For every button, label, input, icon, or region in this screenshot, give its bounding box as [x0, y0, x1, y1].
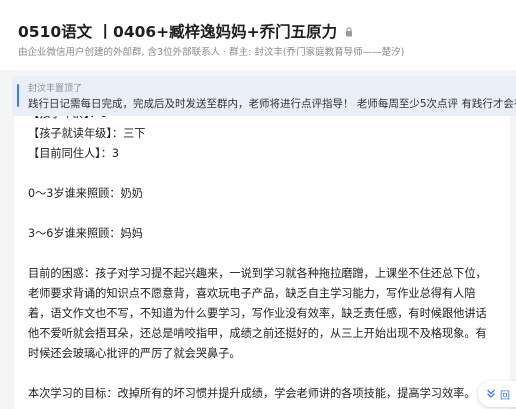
message-line: 目前的困惑：孩子对学习提不起兴趣来，一说到学习就各种拖拉磨蹭，上课坐不住还总下位… — [28, 267, 487, 280]
message-line: 3～6岁谁来照顾：妈妈 — [28, 227, 143, 240]
message-line: 老师要求背诵的知识点不愿意背，喜欢玩电子产品，缺乏自主学习能力，写作业总得有人陪 — [28, 287, 476, 300]
pinned-text: 践行日记需每日完成，完成后及时发送至群内，老师将进行点评指导！ 老师每周至少5次… — [28, 98, 516, 110]
chevron-double-down-icon — [487, 389, 495, 398]
lock-icon — [346, 27, 353, 37]
chat-subtitle: 由企业微信用户创建的外部群, 含3位外部联系人 · 群主: 封汶丰(乔门家庭教育… — [18, 47, 405, 58]
message-line: 时候还会玻璃心批评的严厉了就会哭鼻子。 — [28, 347, 241, 360]
pinned-accent-bar — [17, 84, 19, 107]
scroll-button-label: 回 — [500, 390, 510, 402]
pinned-message[interactable]: 封汶丰置顶了 践行日记需每日完成，完成后及时发送至群内，老师将进行点评指导！ 老… — [12, 76, 516, 116]
message-text: 【孩子年龄】：9 【孩子就读年级】：三下 【目前同住人】：3 0～3岁谁来照顾：… — [28, 104, 498, 404]
message-line: 着，语文作文也不写，不知道为什么要学习，写作业没有效率，缺乏责任感，有时候跟他讲… — [28, 307, 487, 320]
message-line: 本次学习的目标：改掉所有的坏习惯并提升成绩，学会老师讲的各项技能，提高学习效率。 — [28, 387, 476, 400]
message-line: 他不爱听就会捂耳朵，还总是啃咬指甲，成绩之前还挺好的，从三上开始出现不及格现象。… — [28, 327, 487, 340]
pinned-meta: 封汶丰置顶了 — [28, 84, 83, 94]
message-line: 【孩子就读年级】：三下 — [28, 127, 146, 140]
title-row: 0510语文 丨0406+臧梓逸妈妈+乔门五原力 — [18, 20, 353, 42]
scroll-to-bottom-button[interactable]: 回 — [478, 381, 516, 407]
message-line: 0～3岁谁来照顾：奶奶 — [28, 187, 143, 200]
chat-header: 0510语文 丨0406+臧梓逸妈妈+乔门五原力 由企业微信用户创建的外部群, … — [0, 0, 516, 70]
chat-title[interactable]: 0510语文 丨0406+臧梓逸妈妈+乔门五原力 — [18, 20, 337, 42]
message-line: 【目前同住人】：3 — [28, 147, 120, 160]
